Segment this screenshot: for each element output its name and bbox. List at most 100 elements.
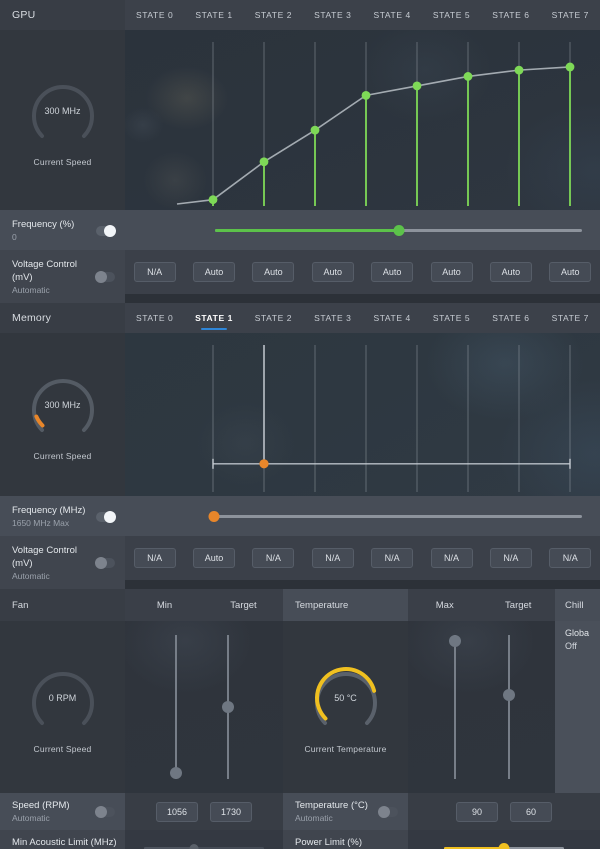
gpu-speed-caption: Current Speed: [33, 156, 92, 167]
memory-voltage-value-5: N/A: [430, 548, 473, 568]
memory-voltage-chip-3[interactable]: N/A: [303, 548, 362, 568]
gpu-voltage-chip-3[interactable]: Auto: [303, 262, 362, 282]
memory-voltage-value-4: N/A: [371, 548, 414, 568]
memory-frequency-slider-thumb[interactable]: [208, 510, 220, 522]
memory-voltage-toggle[interactable]: [95, 557, 115, 569]
fan-target-slider-thumb[interactable]: [222, 701, 234, 713]
memory-state-tab-2[interactable]: STATE 2: [244, 303, 303, 333]
memory-voltage-chip-2[interactable]: N/A: [244, 548, 303, 568]
fan-body: 0 RPM Current Speed 50 °C Current Temper…: [0, 621, 600, 793]
gpu-voltage-chip-7[interactable]: Auto: [541, 262, 600, 282]
fan-speed-toggle[interactable]: [95, 805, 115, 818]
gpu-state-tab-2[interactable]: STATE 2: [244, 0, 303, 30]
temperature-max-vertical-slider[interactable]: [448, 634, 462, 779]
temperature-max-slider-thumb[interactable]: [449, 634, 461, 647]
fan-limits-row: Min Acoustic Limit (MHz) 700 Power Limit…: [0, 830, 600, 849]
gpu-frequency-slider-thumb[interactable]: [393, 224, 404, 236]
power-limit-slider-cell: [408, 830, 600, 849]
fan-target-vertical-slider[interactable]: [221, 635, 235, 779]
memory-state-tab-6[interactable]: STATE 6: [481, 303, 540, 333]
gpu-state-tab-7[interactable]: STATE 7: [541, 0, 600, 30]
memory-voltage-chips: N/A Auto N/A N/A N/A N/A N/A N/A: [125, 536, 600, 580]
gpu-chart-pane[interactable]: [125, 30, 600, 210]
gpu-voltage-chip-0[interactable]: N/A: [125, 262, 184, 282]
gpu-voltage-chip-4[interactable]: Auto: [363, 262, 422, 282]
gpu-voltage-chip-5[interactable]: Auto: [422, 262, 481, 282]
memory-speed-caption: Current Speed: [33, 451, 92, 461]
gpu-state-tab-4[interactable]: STATE 4: [363, 0, 422, 30]
memory-frequency-label-text: Frequency (MHz): [12, 505, 86, 516]
memory-state-tab-5[interactable]: STATE 5: [422, 303, 481, 333]
memory-title: Memory: [12, 312, 52, 324]
memory-frequency-slider-track: [210, 514, 582, 518]
fan-temperature-toggle[interactable]: [378, 805, 398, 818]
memory-frequency-slider-field: [125, 496, 600, 536]
gpu-voltage-value-0: N/A: [133, 262, 176, 282]
gpu-voltage-toggle[interactable]: [95, 271, 115, 283]
memory-voltage-chip-1[interactable]: Auto: [184, 548, 243, 568]
fan-speed-gauge: 0 RPM: [26, 661, 100, 735]
chill-pane[interactable]: Globa Off: [555, 621, 600, 793]
fan-target-value[interactable]: 1730: [210, 801, 252, 822]
memory-voltage-value-3: N/A: [311, 548, 354, 568]
gpu-voltage-chip-6[interactable]: Auto: [481, 262, 540, 282]
memory-voltage-values-field: N/A Auto N/A N/A N/A N/A N/A N/A: [125, 536, 600, 580]
memory-state-tab-0[interactable]: STATE 0: [125, 303, 184, 333]
memory-state-tab-3[interactable]: STATE 3: [303, 303, 362, 333]
temperature-max-value[interactable]: 90: [456, 801, 498, 822]
memory-speed-gauge-pane: 300 MHz Current Speed: [0, 333, 125, 496]
temperature-target-vertical-slider[interactable]: [502, 635, 516, 779]
gpu-frequency-toggle[interactable]: [96, 224, 116, 237]
memory-voltage-row: Voltage Control (mV) Automatic N/A Auto …: [0, 536, 600, 589]
temperature-value: 50 °C: [334, 692, 357, 703]
memory-voltage-chip-6[interactable]: N/A: [481, 548, 540, 568]
fan-temperature-label: Temperature (°C) Automatic: [283, 793, 408, 830]
power-limit-slider-thumb[interactable]: [498, 843, 510, 849]
memory-voltage-chip-4[interactable]: N/A: [363, 548, 422, 568]
acoustic-limit-slider-thumb[interactable]: [189, 844, 199, 849]
gpu-voltage-chip-2[interactable]: Auto: [244, 262, 303, 282]
gpu-frequency-slider-field: [125, 210, 600, 250]
gpu-voltage-label: Voltage Control (mV) Automatic: [0, 250, 125, 303]
gpu-state-tab-5[interactable]: STATE 5: [422, 0, 481, 30]
gpu-state-tab-3[interactable]: STATE 3: [303, 0, 362, 30]
gpu-state-curve-chart[interactable]: [125, 30, 600, 210]
temperature-max-slider-track: [454, 635, 456, 779]
memory-voltage-chip-0[interactable]: N/A: [125, 548, 184, 568]
memory-body: 300 MHz Current Speed: [0, 333, 600, 496]
gpu-state-tabs: STATE 0 STATE 1 STATE 2 STATE 3 STATE 4 …: [125, 0, 600, 30]
memory-voltage-chip-5[interactable]: N/A: [422, 548, 481, 568]
memory-frequency-toggle[interactable]: [96, 510, 116, 523]
gpu-voltage-chip-1[interactable]: Auto: [184, 262, 243, 282]
memory-state-curve-chart[interactable]: [125, 333, 600, 496]
fan-min-slider-track: [175, 635, 177, 779]
memory-voltage-chip-7[interactable]: N/A: [541, 548, 600, 568]
gpu-state-tab-1[interactable]: STATE 1: [184, 0, 243, 30]
fan-min-vertical-slider[interactable]: [169, 635, 183, 780]
fan-min-slider-thumb[interactable]: [170, 767, 182, 780]
chill-global-option[interactable]: Globa Off: [555, 621, 600, 653]
fan-section: Fan Min Target Temperature Max Target Ch…: [0, 589, 600, 849]
memory-state-tab-4[interactable]: STATE 4: [363, 303, 422, 333]
temperature-target-slider-thumb[interactable]: [503, 689, 515, 702]
acoustic-limit-slider-cell: [125, 830, 283, 849]
memory-chart-pane[interactable]: [125, 333, 600, 496]
acoustic-limit-label-text: Min Acoustic Limit (MHz): [12, 837, 117, 848]
fan-speed-row: Speed (RPM) Automatic 1056 1730 Temperat…: [0, 793, 600, 830]
gpu-state-tab-6[interactable]: STATE 6: [481, 0, 540, 30]
memory-frequency-slider[interactable]: [125, 503, 600, 529]
fan-min-value[interactable]: 1056: [156, 801, 198, 822]
fan-speed-gauge-pane: 0 RPM Current Speed: [0, 621, 125, 793]
gpu-state-tab-0[interactable]: STATE 0: [125, 0, 184, 30]
memory-state-tab-1[interactable]: STATE 1: [184, 303, 243, 333]
memory-state-tab-7[interactable]: STATE 7: [541, 303, 600, 333]
memory-frequency-toggle-knob: [104, 510, 116, 523]
gpu-header: GPU STATE 0 STATE 1 STATE 2 STATE 3 STAT…: [0, 0, 600, 30]
memory-voltage-value-1: Auto: [193, 548, 236, 568]
gpu-frequency-slider[interactable]: [125, 217, 600, 243]
power-limit-slider[interactable]: [444, 836, 564, 849]
acoustic-limit-slider[interactable]: [144, 836, 264, 849]
fan-speed-sublabel: Automatic: [12, 813, 50, 823]
temperature-target-value[interactable]: 60: [510, 801, 552, 822]
fan-temperature-title-cell: Temperature: [283, 589, 408, 621]
